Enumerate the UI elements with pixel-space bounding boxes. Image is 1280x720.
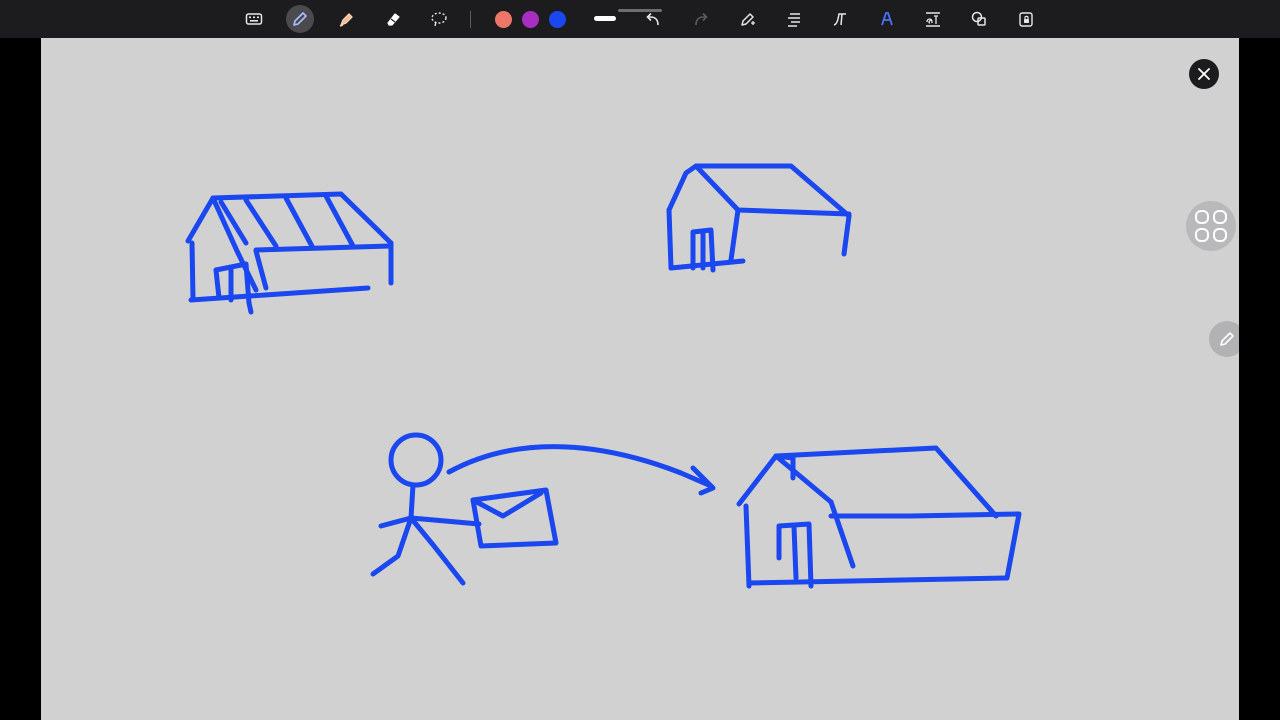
eraser-icon	[387, 13, 400, 26]
lasso-tool-button[interactable]	[427, 7, 451, 31]
stroke-width-button[interactable]	[594, 16, 616, 21]
redo-icon	[695, 12, 708, 26]
house-top-left-drawing	[185, 191, 394, 315]
arrow-arc-drawing	[446, 444, 716, 496]
pen-edit-button[interactable]	[736, 7, 760, 31]
text-convert-icon	[926, 12, 940, 27]
house-bottom-right-drawing	[736, 445, 1022, 589]
envelope-drawing	[470, 487, 559, 549]
lock-button[interactable]	[1014, 7, 1038, 31]
handwriting-icon	[881, 12, 893, 26]
highlighter-tool-button[interactable]	[335, 7, 359, 31]
stick-figure-drawing	[370, 432, 482, 586]
shapes-icon	[971, 11, 986, 26]
floating-pencil-button[interactable]	[1209, 321, 1239, 357]
toolbar-divider	[470, 11, 471, 28]
keyboard-button[interactable]	[242, 7, 266, 31]
text-align-button[interactable]	[782, 7, 806, 31]
pencil-icon	[1220, 332, 1234, 346]
text-convert-button[interactable]	[921, 7, 945, 31]
shapes-button[interactable]	[967, 7, 991, 31]
highlighter-icon	[339, 13, 353, 27]
pen-icon	[293, 12, 307, 26]
text-align-icon	[788, 13, 800, 27]
text-style-button[interactable]	[828, 7, 852, 31]
lock-icon	[1019, 12, 1033, 27]
ink-layer	[185, 163, 1022, 589]
apps-grid-icon	[1195, 210, 1227, 242]
color-swatch-blue[interactable]	[549, 11, 566, 28]
redo-button[interactable]	[689, 7, 713, 31]
lasso-icon	[431, 12, 447, 27]
house-top-right-drawing	[666, 163, 852, 273]
color-swatch-purple[interactable]	[522, 11, 539, 28]
top-toolbar	[0, 0, 1280, 38]
undo-button[interactable]	[641, 7, 665, 31]
drawing-canvas[interactable]	[41, 38, 1239, 720]
pen-tool-button[interactable]	[286, 5, 314, 33]
undo-icon	[646, 12, 659, 26]
pen-edit-icon	[741, 13, 755, 26]
eraser-tool-button[interactable]	[381, 7, 405, 31]
close-button[interactable]	[1189, 59, 1219, 89]
keyboard-icon	[245, 13, 263, 25]
text-style-icon	[833, 13, 846, 26]
apps-grid-button[interactable]	[1186, 201, 1236, 251]
handwriting-button[interactable]	[875, 7, 899, 31]
color-swatch-coral[interactable]	[495, 11, 512, 28]
close-icon	[1198, 68, 1210, 80]
